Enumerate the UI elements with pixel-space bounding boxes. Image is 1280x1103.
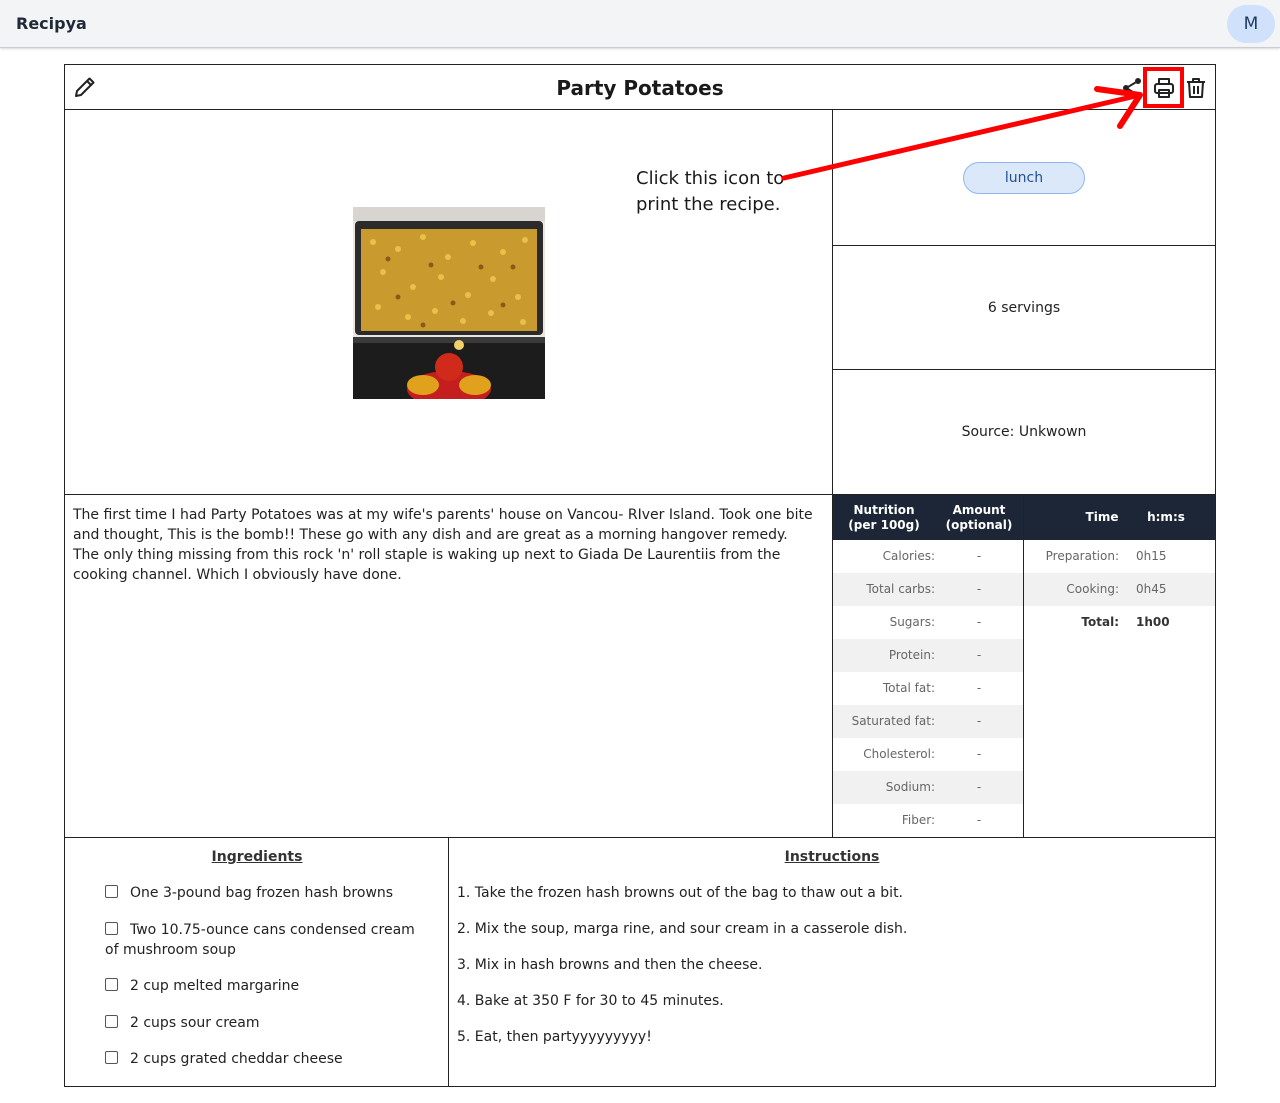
arrow-shaft	[781, 92, 1143, 181]
arrow-head	[1094, 86, 1143, 129]
annotation-arrow	[781, 67, 1184, 181]
print-highlight-box	[1143, 67, 1184, 108]
